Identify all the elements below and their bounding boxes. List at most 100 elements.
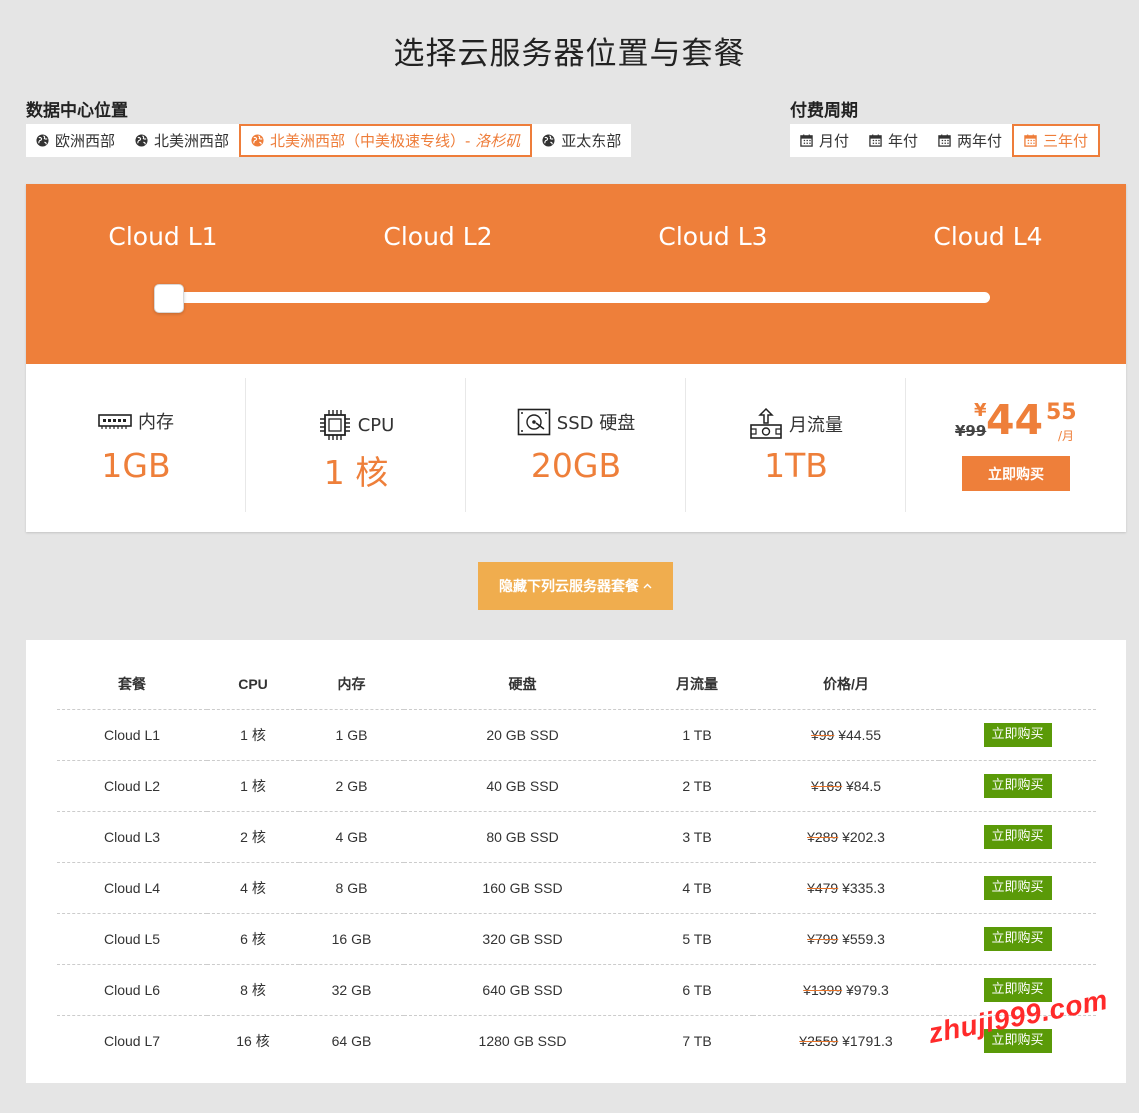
table-row: Cloud L4 4 核8 GB 160 GB SSD 4 TB ¥479 ¥335.3… [57,862,1096,914]
memory-cell: 64 GB [331,1032,372,1049]
original-price: ¥99 [810,726,835,743]
plan-name-cell: Cloud L6 [57,964,207,1016]
traffic-cell: 2 TB [641,760,753,812]
buy-now-button[interactable]: 立即购买 [983,722,1052,747]
spec-disk-value: 20GB [530,446,622,485]
column-header-plan: 套餐 [57,660,207,710]
plan-table: 套餐 CPU 内存 硬盘 月流量 价格/月 Cloud L1 1 核1 GB 20 … [57,660,1096,1066]
datacenter-option-eu-west[interactable]: 欧洲西部 [26,124,126,157]
column-header-memory: 内存 [299,660,404,710]
current-price: ¥335.3 [842,879,885,896]
cpu-cell: 8 核 [207,964,299,1016]
traffic-cell: 5 TB [641,913,753,965]
current-price: ¥1791.3 [842,1032,893,1049]
plan-tick-l3[interactable]: Cloud L3 [613,222,813,251]
buy-now-button[interactable]: 立即购买 [962,456,1070,491]
disk-cell: 1280 GB SSD [478,1032,567,1049]
memory-icon [98,414,132,429]
table-header-row: 套餐 CPU 内存 硬盘 月流量 价格/月 [57,660,1096,710]
buy-now-button[interactable]: 立即购买 [983,875,1052,900]
cpu-icon [319,410,350,440]
plan-tick-l2[interactable]: Cloud L2 [338,222,538,251]
globe-icon [542,134,555,147]
action-cell: 立即购买 [939,760,1096,812]
plan-tick-l4[interactable]: Cloud L4 [888,222,1088,251]
spec-cpu-value: 1 核 [323,453,389,492]
column-header-disk: 硬盘 [404,660,641,710]
table-row: Cloud L5 6 核 16 GB 320 GB SSD 5 TB ¥799 ¥559.… [57,913,1096,965]
cpu-cell: 16 核 [236,1032,270,1049]
original-price: ¥169 [810,777,843,794]
billing-option-label: 年付 [888,132,919,150]
cpu-cell: 4 核 [207,862,299,914]
price-cell: ¥1399 ¥979.3 [753,964,939,1016]
memory-cell: 1 GB [299,709,404,761]
calendar-icon [800,134,813,147]
datacenter-option-label: 欧洲西部 [55,132,116,150]
cpu-cell: 2 核 [207,811,299,863]
network-upload-icon [750,408,782,439]
toggle-plan-table-button[interactable]: 隐藏下列云服务器套餐 [478,562,673,610]
price-cell: ¥2559 ¥1791.3 [753,1015,939,1066]
plan-specs: 内存 1GB CPU 1 核 SSD 硬盘 20GB 月流量 1TB ¥99 ¥… [26,378,1126,518]
price-integer: 44 [986,396,1044,444]
original-price: ¥799 [807,930,839,947]
original-price: ¥99 [955,422,987,440]
currency-symbol: ¥ [974,400,987,421]
action-cell: 立即购买 [939,862,1096,914]
disk-cell: 40 GB SSD [404,760,641,812]
spec-cpu: CPU 1 核 [246,378,466,512]
buy-now-button[interactable]: 立即购买 [983,824,1052,849]
plan-slider-panel: Cloud L1 Cloud L2 Cloud L3 Cloud L4 [26,184,1126,364]
plan-slider-handle[interactable] [154,284,184,313]
disk-cell: 160 GB SSD [404,862,641,914]
plan-tick-l1[interactable]: Cloud L1 [63,222,263,251]
cpu-cell: 1 核 [207,709,299,761]
current-price: ¥44.55 [838,726,882,743]
calendar-icon [869,134,882,147]
datacenter-option-na-west-cn2[interactable]: 北美洲西部（中美极速专线）- 洛杉矶 [239,124,533,157]
spec-disk-label: SSD 硬盘 [556,413,636,434]
spec-traffic-label: 月流量 [789,415,843,436]
plan-table-body: Cloud L1 1 核1 GB 20 GB SSD 1 TB ¥99 ¥44.55 立即… [57,709,1096,1066]
calendar-icon [938,134,951,147]
globe-icon [36,134,49,147]
toggle-plan-table-label: 隐藏下列云服务器套餐 [499,579,639,595]
table-row: Cloud L2 1 核2 GB 40 GB SSD 2 TB ¥169 ¥84.5 立即… [57,760,1096,812]
billing-option-label: 两年付 [957,132,1003,150]
billing-option-yearly[interactable]: 年付 [859,124,929,157]
buy-now-button[interactable]: 立即购买 [983,773,1052,798]
plan-card: Cloud L1 Cloud L2 Cloud L3 Cloud L4 内存 1… [26,184,1126,532]
traffic-cell: 4 TB [641,862,753,914]
column-header-traffic: 月流量 [641,660,753,710]
original-price: ¥479 [807,879,839,896]
plan-slider-track[interactable] [154,292,990,303]
column-header-price: 价格/月 [753,660,939,710]
billing-option-two-year[interactable]: 两年付 [928,124,1013,157]
datacenter-label: 数据中心位置 [26,101,128,121]
table-row: Cloud L3 2 核4 GB 80 GB SSD 3 TB ¥289 ¥202.3 立… [57,811,1096,863]
datacenter-option-ap-east[interactable]: 亚太东部 [532,124,632,157]
billing-option-monthly[interactable]: 月付 [790,124,860,157]
cpu-cell: 1 核 [207,760,299,812]
spec-traffic: 月流量 1TB [686,378,906,512]
billing-selector: 月付 年付 两年付 三年付 [790,124,1101,157]
spec-memory-label: 内存 [138,412,174,433]
memory-cell: 16 GB [299,913,404,965]
plan-name-cell: Cloud L7 [103,1032,161,1049]
spec-price: ¥99 ¥ 44 55 /月 立即购买 [906,378,1126,512]
memory-cell: 4 GB [299,811,404,863]
buy-now-button[interactable]: 立即购买 [983,926,1052,951]
traffic-cell: 6 TB [641,964,753,1016]
calendar-icon [1024,134,1037,147]
plan-name-cell: Cloud L3 [57,811,207,863]
datacenter-option-na-west[interactable]: 北美洲西部 [125,124,240,157]
cpu-cell: 6 核 [207,913,299,965]
globe-icon [251,134,264,147]
current-price: ¥979.3 [846,981,889,998]
traffic-cell: 3 TB [641,811,753,863]
billing-option-label: 三年付 [1043,132,1089,150]
billing-option-three-year[interactable]: 三年付 [1012,124,1101,157]
price-display: ¥99 ¥ 44 55 /月 [906,396,1126,444]
traffic-cell: 1 TB [641,709,753,761]
